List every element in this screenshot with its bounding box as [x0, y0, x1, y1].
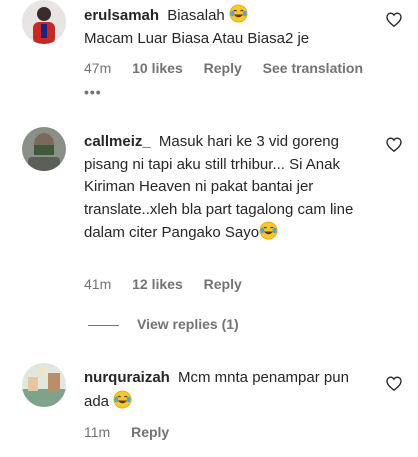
tears-of-joy-emoji-icon [229, 4, 248, 23]
see-translation-button[interactable]: See translation [263, 60, 363, 76]
avatar[interactable] [22, 0, 66, 44]
username[interactable]: callmeiz_ [84, 133, 151, 150]
heart-outline-icon[interactable] [386, 137, 402, 153]
comment-time: 41m [84, 276, 112, 292]
comment-text: nurquraizah Mcm mnta penampar pun ada [84, 367, 374, 413]
tears-of-joy-emoji-icon [113, 390, 132, 409]
avatar[interactable] [22, 127, 66, 171]
comment-time: 47m [84, 60, 112, 76]
likes-count[interactable]: 12 likes [132, 276, 183, 292]
heart-outline-icon[interactable] [386, 376, 402, 392]
username[interactable]: erulsamah [84, 7, 159, 24]
username[interactable]: nurquraizah [84, 369, 170, 386]
heart-outline-icon[interactable] [386, 12, 402, 28]
reply-button[interactable]: Reply [131, 424, 169, 440]
comment-meta: 11m Reply [84, 424, 186, 440]
comment-text-line-2: Macam Luar Biasa Atau Biasa2 je [84, 29, 310, 47]
comment-text-line-1: Biasalah [167, 7, 225, 24]
likes-count[interactable]: 10 likes [132, 60, 183, 76]
divider [88, 324, 119, 326]
comment-time: 11m [84, 424, 111, 440]
tears-of-joy-emoji-icon [259, 221, 278, 240]
more-options-icon[interactable]: ••• [84, 84, 102, 100]
avatar[interactable] [22, 363, 66, 407]
reply-button[interactable]: Reply [204, 60, 242, 76]
view-replies-label[interactable]: View replies (1) [137, 316, 239, 332]
comment-meta: 47m 10 likes Reply See translation [84, 60, 380, 76]
view-replies-button[interactable]: View replies (1) [88, 316, 239, 332]
comment-meta: 41m 12 likes Reply [84, 276, 259, 292]
reply-button[interactable]: Reply [204, 276, 242, 292]
comment-text: callmeiz_ Masuk hari ke 3 vid goreng pis… [84, 131, 374, 245]
comment-text: erulsamah Biasalah Macam Luar Biasa Atau… [84, 4, 374, 50]
